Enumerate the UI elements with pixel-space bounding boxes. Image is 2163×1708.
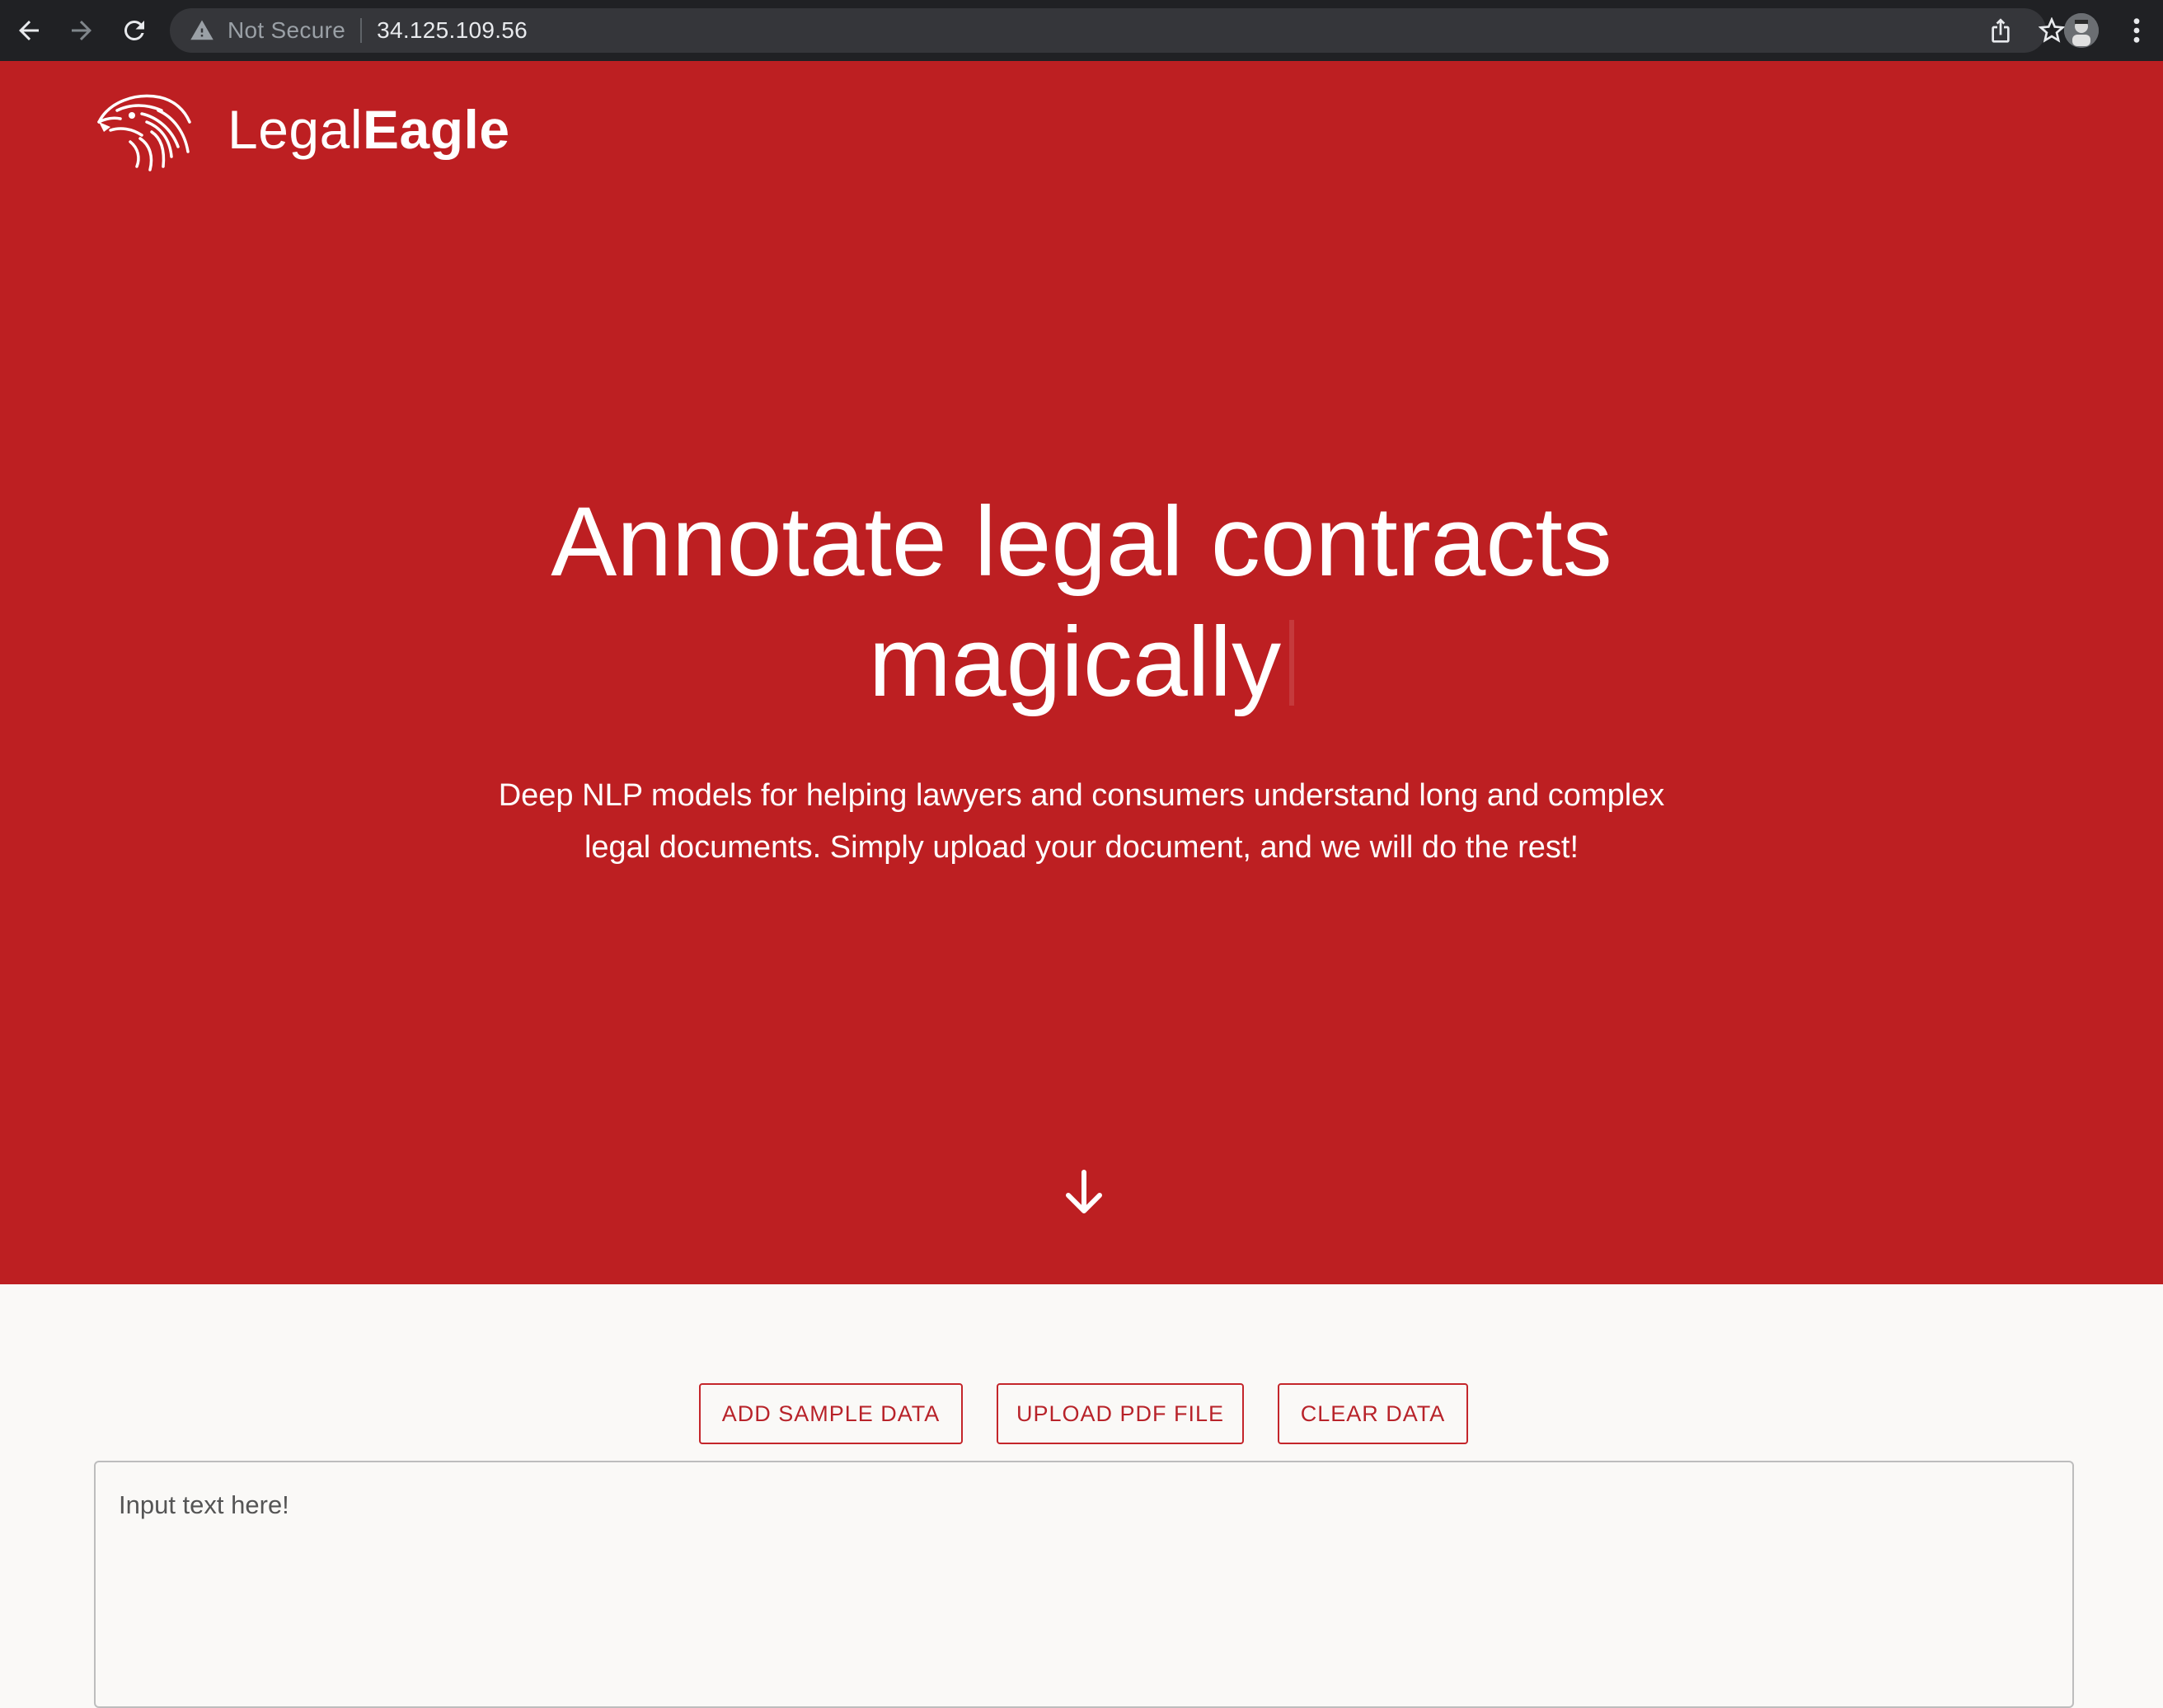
contract-text-input[interactable]	[94, 1461, 2074, 1708]
typing-caret	[1289, 620, 1295, 706]
profile-icon	[2064, 13, 2099, 48]
brand-name-bold: Eagle	[363, 99, 510, 160]
warning-icon	[190, 20, 213, 40]
clear-data-button[interactable]: CLEAR DATA	[1278, 1383, 1468, 1444]
address-bar[interactable]: Not Secure 34.125.109.56	[170, 8, 2065, 53]
avatar[interactable]	[2064, 13, 2099, 48]
browser-menu-button[interactable]	[2120, 8, 2153, 53]
hero-section: LegalEagle Annotate legal contracts magi…	[0, 61, 2163, 1284]
back-button[interactable]	[7, 8, 51, 53]
browser-toolbar: Not Secure 34.125.109.56	[0, 0, 2163, 61]
star-icon	[2039, 17, 2065, 43]
reload-button[interactable]	[112, 8, 157, 53]
brand-link[interactable]: LegalEagle	[92, 86, 510, 173]
separator	[360, 18, 363, 43]
eagle-head-icon	[97, 94, 191, 171]
annotation-section: ADD SAMPLE DATA UPLOAD PDF FILE CLEAR DA…	[0, 1284, 2163, 1708]
hero-title-line2: magically	[868, 607, 1282, 717]
scroll-down-button[interactable]	[1063, 1169, 1105, 1215]
reload-icon	[124, 20, 144, 40]
hero-title-line1: Annotate legal contracts	[551, 486, 1612, 597]
arrow-down-icon	[1066, 1170, 1102, 1213]
add-sample-data-button[interactable]: ADD SAMPLE DATA	[699, 1383, 963, 1444]
hero-subtitle-line2: legal documents. Simply upload your docu…	[584, 830, 1579, 865]
share-icon	[1992, 18, 2010, 43]
share-button[interactable]	[1978, 8, 2023, 53]
hero-subtitle: Deep NLP models for helping lawyers and …	[412, 770, 1751, 874]
hero-subtitle-line1: Deep NLP models for helping lawyers and …	[498, 778, 1665, 813]
back-icon	[19, 21, 39, 40]
forward-icon	[72, 21, 91, 40]
kebab-menu-icon	[2133, 18, 2140, 43]
hero-title: Annotate legal contracts magically	[0, 481, 2163, 722]
brand-name-regular: Legal	[228, 99, 363, 160]
brand-name: LegalEagle	[228, 98, 510, 161]
url-text[interactable]: 34.125.109.56	[377, 17, 528, 44]
upload-pdf-button[interactable]: UPLOAD PDF FILE	[997, 1383, 1244, 1444]
forward-button[interactable]	[59, 8, 104, 53]
security-label[interactable]: Not Secure	[228, 17, 345, 44]
